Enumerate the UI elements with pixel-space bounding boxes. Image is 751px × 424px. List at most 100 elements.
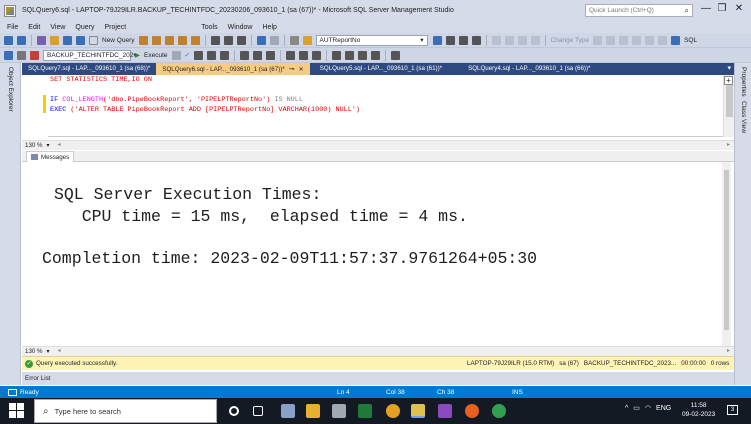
mdx-query-icon[interactable] [138, 35, 148, 45]
taskbar-search-input[interactable]: ⌕ Type here to search [34, 399, 217, 423]
disconnect-icon[interactable] [17, 50, 26, 60]
forward-icon[interactable] [17, 35, 26, 45]
error-list-tab[interactable]: Error List [22, 372, 734, 385]
change-connection-icon[interactable] [30, 50, 39, 60]
menu-window[interactable]: Window [228, 24, 253, 31]
taskbar-clock[interactable]: 11:58 09-02-2023 [682, 401, 715, 419]
execute-button[interactable]: Execute [144, 52, 168, 59]
estimated-plan-icon[interactable] [193, 50, 203, 60]
excel-icon[interactable] [358, 404, 372, 418]
decrease-indent-icon[interactable] [357, 50, 367, 60]
results-to-file-icon[interactable] [311, 50, 321, 60]
firefox-icon[interactable] [465, 404, 479, 418]
minimize-button[interactable]: — [700, 3, 712, 17]
live-stats-icon[interactable] [252, 50, 262, 60]
save-icon[interactable] [63, 35, 72, 45]
chrome-icon[interactable] [386, 404, 400, 418]
menu-edit[interactable]: Edit [28, 24, 40, 31]
chrome-alt-icon[interactable] [492, 404, 506, 418]
chevron-up-icon[interactable]: ^ [625, 405, 628, 412]
menu-tools[interactable]: Tools [201, 24, 217, 31]
pin-icon[interactable]: ⊸ [289, 65, 295, 73]
menu-project[interactable]: Project [104, 24, 126, 31]
menu-query[interactable]: Query [75, 24, 94, 31]
windows-start-icon[interactable] [9, 403, 25, 419]
menu-help[interactable]: Help [263, 24, 277, 31]
scroll-left-icon[interactable]: ◂ [58, 141, 61, 148]
scroll-thumb[interactable] [726, 85, 733, 117]
messages-pane[interactable]: SQL Server Execution Times: CPU time = 1… [22, 162, 734, 346]
sql-settings-icon[interactable] [671, 35, 681, 45]
results-to-grid-icon[interactable] [298, 50, 308, 60]
scroll-right-icon[interactable]: ▸ [727, 141, 730, 148]
results-horizontal-scrollbar[interactable]: ◂ ▸ [57, 347, 730, 355]
class-view-tab[interactable]: Class View [740, 101, 747, 133]
zoom-level[interactable]: 130 % [25, 348, 43, 355]
new-project-icon[interactable] [37, 35, 46, 45]
task-view-icon[interactable] [253, 406, 263, 416]
chevron-down-icon[interactable]: ▾ [420, 36, 423, 44]
query-designer-icon[interactable] [206, 50, 216, 60]
query-editor[interactable]: SET STATISTICS TIME,IO ON IF COL_LENGTH(… [22, 75, 734, 137]
tab-messages[interactable]: Messages [26, 151, 75, 162]
editor-horizontal-scrollbar[interactable]: ◂ ▸ [57, 141, 730, 149]
file-explorer-icon[interactable] [306, 404, 320, 418]
paste-icon[interactable] [236, 35, 246, 45]
dax-query-icon[interactable] [177, 35, 187, 45]
tab-overflow-icon[interactable]: ▾ [727, 64, 731, 72]
menu-view[interactable]: View [50, 24, 65, 31]
notification-icon[interactable]: 3 [727, 405, 738, 415]
gear-icon[interactable] [332, 404, 346, 418]
language-indicator[interactable]: ENG [656, 405, 671, 412]
increase-indent-icon[interactable] [370, 50, 380, 60]
redo-icon[interactable] [269, 35, 279, 45]
template-icon[interactable] [471, 35, 481, 45]
back-icon[interactable] [4, 35, 13, 45]
copy-icon[interactable] [223, 35, 233, 45]
debug-icon[interactable] [289, 35, 299, 45]
execute-play-icon[interactable]: ▶ [135, 51, 140, 59]
quick-launch-input[interactable]: Quick Launch (Ctrl+Q) ⌕ [585, 4, 693, 17]
wifi-icon[interactable]: ◠ [645, 404, 651, 412]
visual-studio-icon[interactable] [438, 404, 452, 418]
xmla-query-icon[interactable] [164, 35, 174, 45]
editor-vertical-scrollbar[interactable]: + [723, 75, 734, 137]
chevron-down-icon[interactable]: ▾ [47, 348, 50, 355]
messages-vertical-scrollbar[interactable] [722, 162, 731, 346]
battery-icon[interactable]: ▭ [633, 404, 640, 412]
split-editor-icon[interactable]: + [724, 76, 733, 85]
close-button[interactable]: ✕ [733, 3, 745, 17]
object-search-combo[interactable]: AUTReportNo ▾ [315, 34, 428, 46]
new-query-icon[interactable] [89, 35, 98, 45]
client-stats-icon[interactable] [265, 50, 275, 60]
ssms-taskbar-icon[interactable] [281, 404, 295, 418]
undo-icon[interactable] [256, 35, 266, 45]
scroll-right-icon[interactable]: ▸ [727, 347, 730, 354]
properties-tab[interactable]: Properties [740, 67, 747, 97]
connect-icon[interactable] [4, 50, 13, 60]
sticky-notes-icon[interactable] [411, 404, 425, 418]
scroll-left-icon[interactable]: ◂ [58, 347, 61, 354]
scroll-thumb[interactable] [724, 170, 729, 330]
analysis-query-icon[interactable] [190, 35, 200, 45]
code-area[interactable]: SET STATISTICS TIME,IO ON IF COL_LENGTH(… [50, 75, 360, 115]
uncomment-icon[interactable] [344, 50, 354, 60]
tab-sqlquery5[interactable]: SQLQuery5.sql - LAP..._093610_1 (sa (61)… [314, 63, 448, 75]
database-select[interactable]: BACKUP_TECHINTFDC_202 ▾ [43, 49, 137, 61]
menu-file[interactable]: File [7, 24, 18, 31]
object-explorer-tab[interactable]: Object Explorer [7, 67, 14, 112]
zoom-level[interactable]: 130 % [25, 142, 43, 149]
dmx-query-icon[interactable] [151, 35, 161, 45]
solution-explorer-icon[interactable] [432, 35, 442, 45]
object-explorer-strip[interactable]: Object Explorer [0, 63, 21, 385]
search-icon[interactable]: ⌕ [685, 6, 689, 16]
toolbox-icon[interactable] [458, 35, 468, 45]
close-icon[interactable]: ✕ [299, 66, 304, 73]
results-to-text-icon[interactable] [285, 50, 295, 60]
chevron-down-icon[interactable]: ▾ [47, 142, 50, 149]
tab-sqlquery6[interactable]: SQLQuery6.sql - LAP..._093610_1 (sa (67)… [156, 63, 310, 75]
new-query-button[interactable]: New Query [102, 37, 135, 44]
tab-sqlquery7[interactable]: SQLQuery7.sql - LAP..._093610_1 (sa (68)… [22, 63, 156, 75]
cortana-icon[interactable] [229, 406, 239, 416]
actual-plan-icon[interactable] [239, 50, 249, 60]
